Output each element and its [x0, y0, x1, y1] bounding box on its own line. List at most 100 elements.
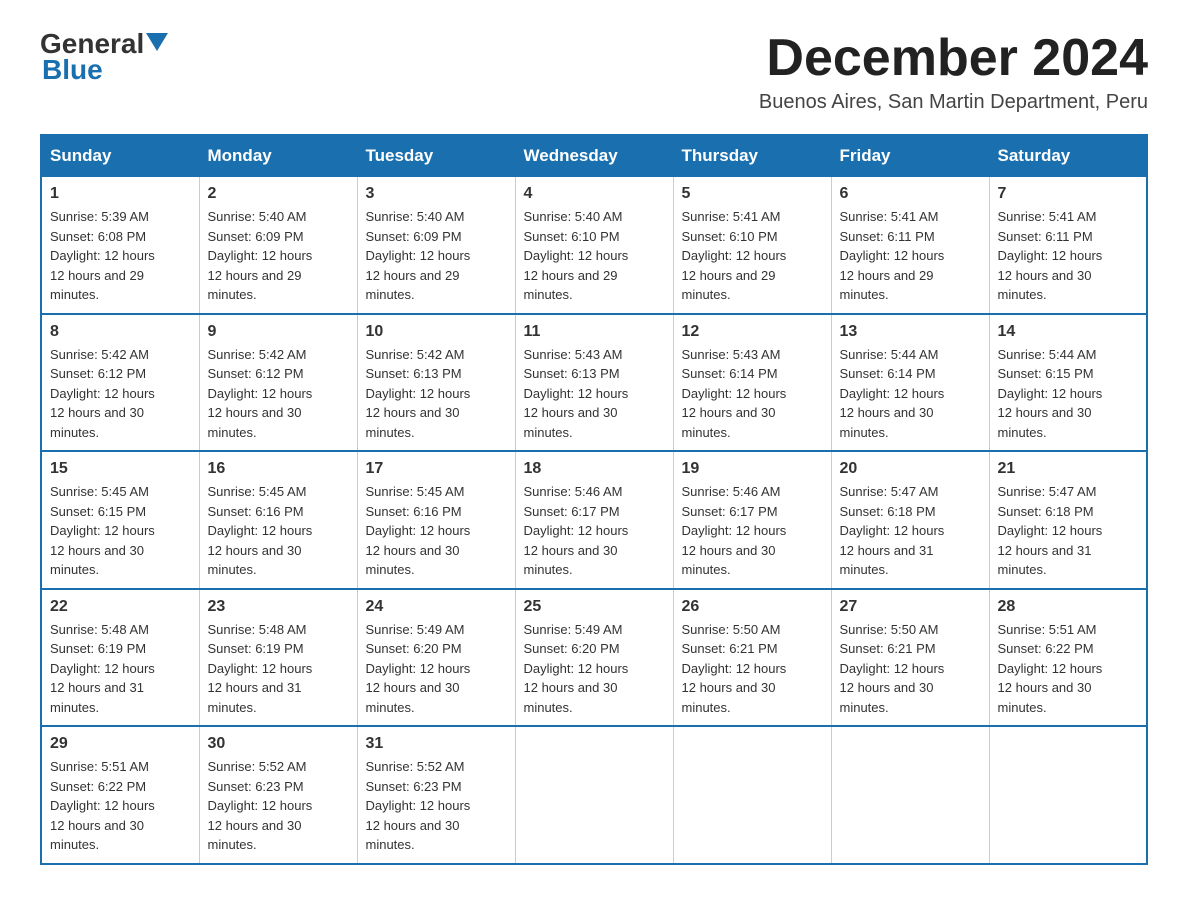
calendar-week-row: 29 Sunrise: 5:51 AMSunset: 6:22 PMDaylig… — [41, 726, 1147, 864]
day-info: Sunrise: 5:52 AMSunset: 6:23 PMDaylight:… — [366, 759, 471, 852]
day-info: Sunrise: 5:40 AMSunset: 6:10 PMDaylight:… — [524, 209, 629, 302]
day-number: 27 — [840, 598, 981, 616]
day-info: Sunrise: 5:43 AMSunset: 6:13 PMDaylight:… — [524, 347, 629, 440]
col-monday: Monday — [199, 135, 357, 177]
day-number: 21 — [998, 460, 1139, 478]
table-row: 16 Sunrise: 5:45 AMSunset: 6:16 PMDaylig… — [199, 451, 357, 589]
day-info: Sunrise: 5:42 AMSunset: 6:12 PMDaylight:… — [208, 347, 313, 440]
table-row: 25 Sunrise: 5:49 AMSunset: 6:20 PMDaylig… — [515, 589, 673, 727]
table-row: 5 Sunrise: 5:41 AMSunset: 6:10 PMDayligh… — [673, 177, 831, 314]
day-info: Sunrise: 5:45 AMSunset: 6:16 PMDaylight:… — [208, 484, 313, 577]
day-info: Sunrise: 5:51 AMSunset: 6:22 PMDaylight:… — [998, 622, 1103, 715]
table-row: 9 Sunrise: 5:42 AMSunset: 6:12 PMDayligh… — [199, 314, 357, 452]
table-row: 30 Sunrise: 5:52 AMSunset: 6:23 PMDaylig… — [199, 726, 357, 864]
table-row: 23 Sunrise: 5:48 AMSunset: 6:19 PMDaylig… — [199, 589, 357, 727]
day-number: 14 — [998, 323, 1139, 341]
day-info: Sunrise: 5:42 AMSunset: 6:12 PMDaylight:… — [50, 347, 155, 440]
day-info: Sunrise: 5:41 AMSunset: 6:11 PMDaylight:… — [998, 209, 1103, 302]
table-row: 7 Sunrise: 5:41 AMSunset: 6:11 PMDayligh… — [989, 177, 1147, 314]
table-row: 21 Sunrise: 5:47 AMSunset: 6:18 PMDaylig… — [989, 451, 1147, 589]
day-number: 31 — [366, 735, 507, 753]
calendar-week-row: 15 Sunrise: 5:45 AMSunset: 6:15 PMDaylig… — [41, 451, 1147, 589]
table-row: 26 Sunrise: 5:50 AMSunset: 6:21 PMDaylig… — [673, 589, 831, 727]
day-number: 15 — [50, 460, 191, 478]
col-wednesday: Wednesday — [515, 135, 673, 177]
table-row: 2 Sunrise: 5:40 AMSunset: 6:09 PMDayligh… — [199, 177, 357, 314]
table-row: 27 Sunrise: 5:50 AMSunset: 6:21 PMDaylig… — [831, 589, 989, 727]
table-row: 3 Sunrise: 5:40 AMSunset: 6:09 PMDayligh… — [357, 177, 515, 314]
day-number: 20 — [840, 460, 981, 478]
col-tuesday: Tuesday — [357, 135, 515, 177]
calendar-week-row: 8 Sunrise: 5:42 AMSunset: 6:12 PMDayligh… — [41, 314, 1147, 452]
logo-blue: Blue — [40, 54, 103, 86]
logo-arrow-icon — [146, 33, 168, 51]
day-number: 19 — [682, 460, 823, 478]
day-info: Sunrise: 5:41 AMSunset: 6:10 PMDaylight:… — [682, 209, 787, 302]
day-info: Sunrise: 5:40 AMSunset: 6:09 PMDaylight:… — [208, 209, 313, 302]
calendar-table: Sunday Monday Tuesday Wednesday Thursday… — [40, 134, 1148, 865]
day-number: 16 — [208, 460, 349, 478]
table-row: 10 Sunrise: 5:42 AMSunset: 6:13 PMDaylig… — [357, 314, 515, 452]
day-number: 24 — [366, 598, 507, 616]
day-number: 7 — [998, 185, 1139, 203]
table-row: 11 Sunrise: 5:43 AMSunset: 6:13 PMDaylig… — [515, 314, 673, 452]
day-info: Sunrise: 5:47 AMSunset: 6:18 PMDaylight:… — [840, 484, 945, 577]
table-row: 31 Sunrise: 5:52 AMSunset: 6:23 PMDaylig… — [357, 726, 515, 864]
table-row: 8 Sunrise: 5:42 AMSunset: 6:12 PMDayligh… — [41, 314, 199, 452]
table-row: 1 Sunrise: 5:39 AMSunset: 6:08 PMDayligh… — [41, 177, 199, 314]
table-row — [673, 726, 831, 864]
calendar-week-row: 22 Sunrise: 5:48 AMSunset: 6:19 PMDaylig… — [41, 589, 1147, 727]
day-number: 9 — [208, 323, 349, 341]
day-info: Sunrise: 5:52 AMSunset: 6:23 PMDaylight:… — [208, 759, 313, 852]
day-number: 5 — [682, 185, 823, 203]
header: General Blue December 2024 Buenos Aires,… — [40, 30, 1148, 114]
table-row: 17 Sunrise: 5:45 AMSunset: 6:16 PMDaylig… — [357, 451, 515, 589]
day-info: Sunrise: 5:47 AMSunset: 6:18 PMDaylight:… — [998, 484, 1103, 577]
table-row: 6 Sunrise: 5:41 AMSunset: 6:11 PMDayligh… — [831, 177, 989, 314]
table-row — [515, 726, 673, 864]
table-row — [831, 726, 989, 864]
day-number: 4 — [524, 185, 665, 203]
day-info: Sunrise: 5:49 AMSunset: 6:20 PMDaylight:… — [366, 622, 471, 715]
day-info: Sunrise: 5:45 AMSunset: 6:16 PMDaylight:… — [366, 484, 471, 577]
table-row: 14 Sunrise: 5:44 AMSunset: 6:15 PMDaylig… — [989, 314, 1147, 452]
day-number: 18 — [524, 460, 665, 478]
table-row: 13 Sunrise: 5:44 AMSunset: 6:14 PMDaylig… — [831, 314, 989, 452]
day-info: Sunrise: 5:44 AMSunset: 6:14 PMDaylight:… — [840, 347, 945, 440]
day-number: 11 — [524, 323, 665, 341]
table-row: 20 Sunrise: 5:47 AMSunset: 6:18 PMDaylig… — [831, 451, 989, 589]
table-row: 18 Sunrise: 5:46 AMSunset: 6:17 PMDaylig… — [515, 451, 673, 589]
day-info: Sunrise: 5:43 AMSunset: 6:14 PMDaylight:… — [682, 347, 787, 440]
table-row: 22 Sunrise: 5:48 AMSunset: 6:19 PMDaylig… — [41, 589, 199, 727]
col-sunday: Sunday — [41, 135, 199, 177]
day-number: 26 — [682, 598, 823, 616]
day-info: Sunrise: 5:46 AMSunset: 6:17 PMDaylight:… — [682, 484, 787, 577]
day-info: Sunrise: 5:50 AMSunset: 6:21 PMDaylight:… — [840, 622, 945, 715]
day-number: 12 — [682, 323, 823, 341]
table-row: 28 Sunrise: 5:51 AMSunset: 6:22 PMDaylig… — [989, 589, 1147, 727]
table-row: 15 Sunrise: 5:45 AMSunset: 6:15 PMDaylig… — [41, 451, 199, 589]
day-info: Sunrise: 5:41 AMSunset: 6:11 PMDaylight:… — [840, 209, 945, 302]
day-number: 30 — [208, 735, 349, 753]
day-info: Sunrise: 5:44 AMSunset: 6:15 PMDaylight:… — [998, 347, 1103, 440]
day-number: 13 — [840, 323, 981, 341]
day-number: 3 — [366, 185, 507, 203]
day-info: Sunrise: 5:48 AMSunset: 6:19 PMDaylight:… — [208, 622, 313, 715]
day-info: Sunrise: 5:51 AMSunset: 6:22 PMDaylight:… — [50, 759, 155, 852]
calendar-header-row: Sunday Monday Tuesday Wednesday Thursday… — [41, 135, 1147, 177]
col-saturday: Saturday — [989, 135, 1147, 177]
table-row: 19 Sunrise: 5:46 AMSunset: 6:17 PMDaylig… — [673, 451, 831, 589]
day-info: Sunrise: 5:48 AMSunset: 6:19 PMDaylight:… — [50, 622, 155, 715]
table-row: 29 Sunrise: 5:51 AMSunset: 6:22 PMDaylig… — [41, 726, 199, 864]
page-subtitle: Buenos Aires, San Martin Department, Per… — [759, 91, 1148, 114]
logo: General Blue — [40, 30, 168, 86]
col-friday: Friday — [831, 135, 989, 177]
day-info: Sunrise: 5:49 AMSunset: 6:20 PMDaylight:… — [524, 622, 629, 715]
day-info: Sunrise: 5:50 AMSunset: 6:21 PMDaylight:… — [682, 622, 787, 715]
col-thursday: Thursday — [673, 135, 831, 177]
day-number: 10 — [366, 323, 507, 341]
day-number: 29 — [50, 735, 191, 753]
day-number: 23 — [208, 598, 349, 616]
table-row: 12 Sunrise: 5:43 AMSunset: 6:14 PMDaylig… — [673, 314, 831, 452]
title-area: December 2024 Buenos Aires, San Martin D… — [759, 30, 1148, 114]
